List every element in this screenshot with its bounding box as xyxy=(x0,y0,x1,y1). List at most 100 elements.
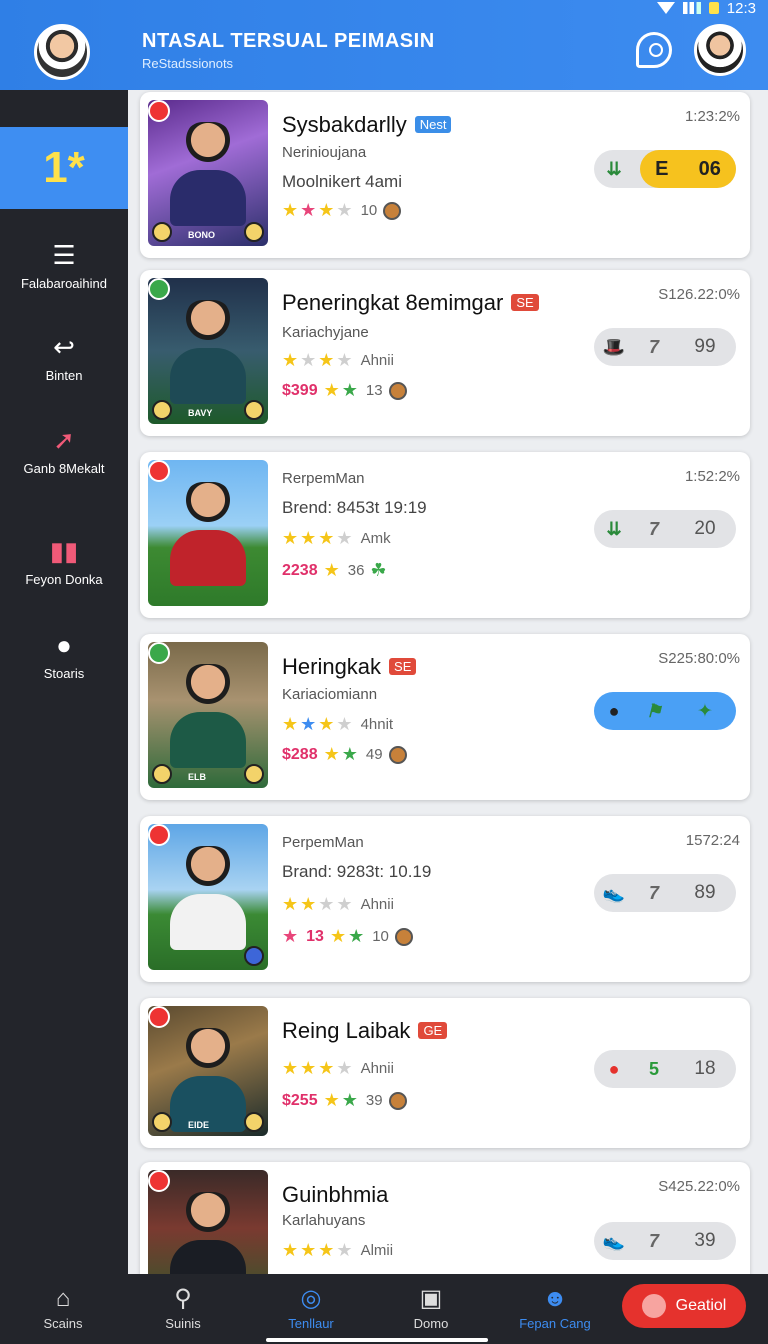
nav-item-home[interactable]: ⌂ Scains xyxy=(8,1284,118,1331)
rating-row: ★★★★ Amk xyxy=(282,528,391,549)
card-badge: Nest xyxy=(414,116,452,133)
stats-pill[interactable]: 🎩 7 99 xyxy=(594,328,736,366)
product-card[interactable]: 1572:24 PerpemMan Brand: 9283t: 10.19 ★★… xyxy=(140,816,750,982)
bottom-nav: ⌂ Scains ⚲ Suinis ◎ Tenllaur ▣ Domo ☻ Fe… xyxy=(0,1274,768,1344)
nav-item-camera[interactable]: ▣ Domo xyxy=(376,1284,486,1331)
nav-item-person[interactable]: ⚲ Suinis xyxy=(128,1284,238,1331)
rating-row: ★★★★ 10 xyxy=(282,200,402,221)
cta-button[interactable]: Geatiol xyxy=(622,1284,746,1328)
rating-stars: ★★★★ xyxy=(282,894,355,914)
sidebar-item-label: Ganb 8Mekalt xyxy=(23,461,105,476)
stats-pill[interactable]: ● 5 18 xyxy=(594,1050,736,1088)
profile-avatar-icon[interactable] xyxy=(694,24,746,76)
coin-icon xyxy=(383,201,402,220)
price: $255 xyxy=(282,1091,318,1109)
sidebar-item-trophy[interactable]: 1* xyxy=(0,127,128,209)
stats-pill[interactable]: ⇊ 7 20 xyxy=(594,510,736,548)
card-subtitle: RerpemMan xyxy=(282,470,365,487)
nav-label: Suinis xyxy=(165,1316,201,1331)
chat-support-icon[interactable] xyxy=(636,32,672,68)
sidebar-item-2[interactable]: ➚ Ganb 8Mekalt xyxy=(0,425,128,476)
pill-mid: 7 xyxy=(648,882,659,903)
rating-count: 39 xyxy=(365,1092,383,1109)
pill-number: 99 xyxy=(694,336,716,357)
camera-icon: ▣ xyxy=(419,1285,443,1312)
sidebar-item-0[interactable]: ☰ Falabaroaihind xyxy=(0,240,128,291)
card-subtitle: Karlahuyans xyxy=(282,1212,366,1229)
sidebar-item-label: Falabaroaihind xyxy=(20,276,107,291)
thumb-caption: EIDE xyxy=(188,1120,210,1130)
product-card[interactable]: Guinbhmia S425.22:0% Karlahuyans ★★★★ Al… xyxy=(140,1162,750,1274)
card-detail: Moolnikert 4ami xyxy=(282,172,402,191)
player-image xyxy=(148,460,268,606)
card-percent: 1:23:2% xyxy=(684,108,740,125)
card-percent: 1:52:2% xyxy=(684,468,740,485)
product-list: BONO Sysbakdarlly Nest 1:23:2% Neriniouja… xyxy=(128,90,768,1274)
nav-label: Fepan Cang xyxy=(519,1316,591,1331)
card-subtitle: PerpemMan xyxy=(282,834,364,851)
card-title: Sysbakdarlly Nest xyxy=(282,112,452,138)
smile-icon: ● xyxy=(56,630,72,660)
user-avatar-icon[interactable] xyxy=(34,24,90,80)
nav-item-target[interactable]: ◎ Tenllaur xyxy=(256,1284,366,1331)
stats-pill[interactable]: ● ⚑ ✦ xyxy=(594,692,736,730)
rating-count: 36 xyxy=(347,562,365,579)
coin-icon xyxy=(388,745,407,764)
thumb-caption: BONO xyxy=(188,230,215,240)
coin-icon xyxy=(388,1091,407,1110)
feather-icon: ✦ xyxy=(697,700,713,722)
coin-icon xyxy=(388,381,407,400)
rating-stars: ★★★★ xyxy=(282,1058,355,1078)
nav-label: Tenllaur xyxy=(288,1316,334,1331)
cta-icon xyxy=(641,1294,666,1318)
stats-pill[interactable]: 👟 7 39 xyxy=(594,1222,736,1260)
rating-row: ★★★★ Ahnii xyxy=(282,894,394,915)
card-percent: S425.22:0% xyxy=(658,1178,740,1195)
sidebar-item-4[interactable]: ● Stoaris xyxy=(0,630,128,681)
target-icon: ◎ xyxy=(300,1285,322,1312)
stats-pill[interactable]: 👟 7 89 xyxy=(594,874,736,912)
rating-stars: ★★★★ xyxy=(282,1240,355,1260)
product-card[interactable]: 1:52:2% RerpemMan Brend: 8453t 19:19 ★★★… xyxy=(140,452,750,618)
card-badge: SE xyxy=(389,658,417,675)
player-image: EIDE xyxy=(148,1006,268,1136)
sidebar-item-1[interactable]: ↩ Binten xyxy=(0,332,128,383)
card-title: Peneringkat 8emimgar SE xyxy=(282,290,539,316)
chart-icon: ▮▮ xyxy=(49,536,79,566)
rating-row: ★★★★ 4hnit xyxy=(282,714,393,735)
card-badge: GE xyxy=(418,1022,448,1039)
card-title: Heringkak SE xyxy=(282,654,417,680)
nav-label: Scains xyxy=(43,1316,83,1331)
shoe-icon: 👟 xyxy=(602,1230,626,1251)
card-badge: SE xyxy=(511,294,539,311)
thumb-caption: ELB xyxy=(188,772,206,782)
status-bar: 12:3 xyxy=(656,0,756,17)
card-detail: Almii xyxy=(360,1242,394,1259)
wifi-icon xyxy=(656,2,675,14)
battery-icon xyxy=(708,2,719,14)
chevron-down-icon: ⇊ xyxy=(606,158,622,179)
rating-count: 10 xyxy=(372,928,389,945)
sidebar-item-label: Binten xyxy=(45,368,83,383)
product-card[interactable]: BONO Sysbakdarlly Nest 1:23:2% Neriniouja… xyxy=(140,92,750,258)
player-image: BAVY xyxy=(148,278,268,424)
signal-icon xyxy=(682,2,701,14)
stats-pill[interactable]: ⇊ E 06 xyxy=(594,150,736,188)
rating-count: 10 xyxy=(360,202,378,219)
nav-item-avatar[interactable]: ☻ Fepan Cang xyxy=(500,1284,610,1331)
card-detail: Ahnii xyxy=(360,352,394,369)
player-image: BONO xyxy=(148,100,268,246)
card-percent: S126.22:0% xyxy=(658,286,740,303)
rating-stars: ★★ xyxy=(323,380,360,400)
product-card[interactable]: BAVY Peneringkat 8emimgar SE S126.22:0% K… xyxy=(140,270,750,436)
player-image xyxy=(148,824,268,970)
product-card[interactable]: EIDE Reing Laibak GE ★★★★ Ahnii $255 ★★ 3… xyxy=(140,998,750,1148)
rating-count: 13 xyxy=(365,382,383,399)
book-icon: ☰ xyxy=(52,240,76,270)
card-subtitle: Kariachyjane xyxy=(282,324,369,341)
price: 13 xyxy=(306,927,324,945)
product-card[interactable]: ELB Heringkak SE S225:80:0% Kariaciomiann… xyxy=(140,634,750,800)
sidebar: 1* ☰ Falabaroaihind ↩ Binten ➚ Ganb 8Mek… xyxy=(0,90,128,1274)
sidebar-item-3[interactable]: ▮▮ Feyon Donka xyxy=(0,536,128,587)
player-image xyxy=(148,1170,268,1274)
